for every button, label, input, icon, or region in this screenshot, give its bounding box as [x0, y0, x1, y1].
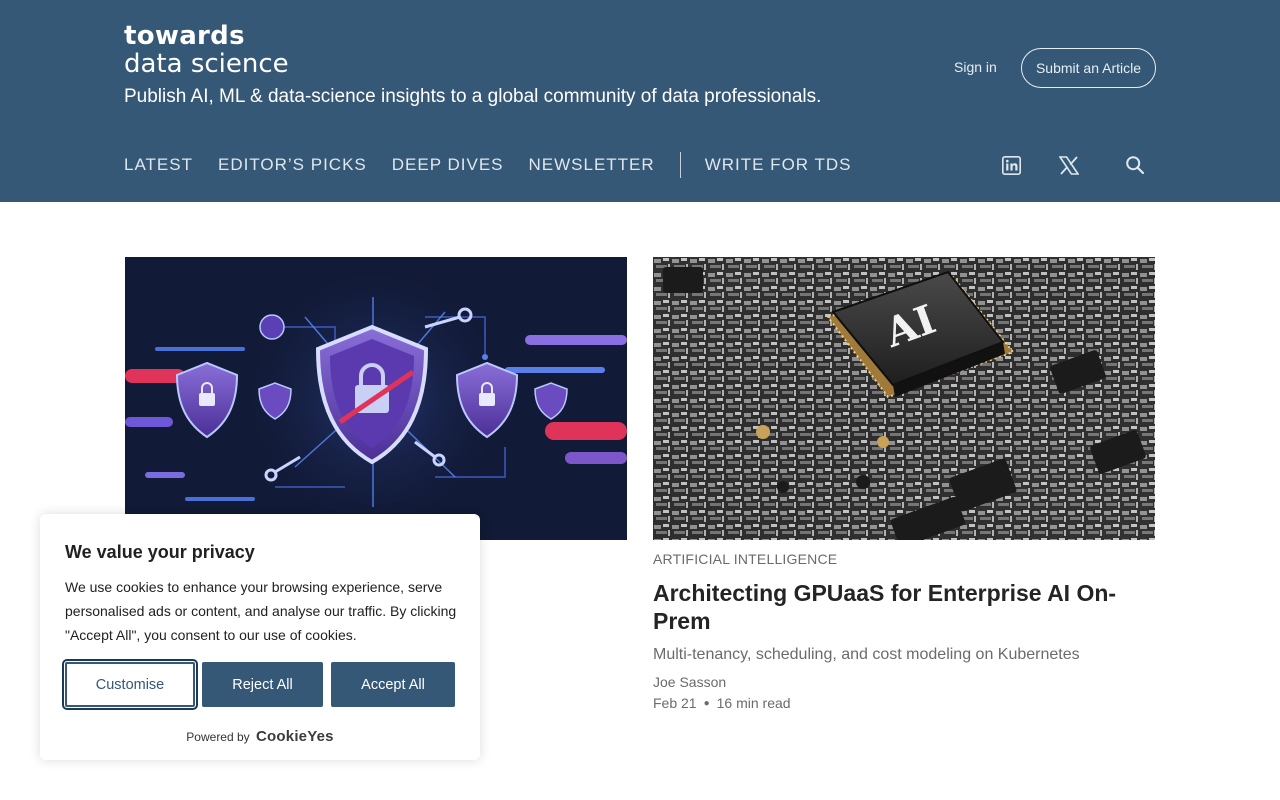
nav-write-for-tds[interactable]: WRITE FOR TDS	[705, 155, 852, 175]
cookie-banner-title: We value your privacy	[65, 542, 255, 562]
cookie-accept-all-button[interactable]: Accept All	[331, 662, 455, 707]
powered-by-label: Powered by	[186, 730, 250, 744]
article-read-time: 16 min read	[716, 695, 791, 711]
article-subtitle: Multi-tenancy, scheduling, and cost mode…	[653, 646, 1080, 663]
article-image-ai-chip[interactable]: AI	[653, 257, 1155, 540]
main-nav: LATEST EDITOR’S PICKS DEEP DIVES NEWSLET…	[124, 152, 876, 178]
search-icon[interactable]	[1124, 154, 1146, 176]
nav-newsletter[interactable]: NEWSLETTER	[529, 155, 655, 175]
article-meta: Feb 21 ● 16 min read	[653, 695, 1155, 711]
site-header: towards data science Publish AI, ML & da…	[0, 0, 1280, 202]
logo-line-2: data science	[124, 49, 289, 79]
cookie-customise-button[interactable]: Customise	[62, 659, 198, 710]
nav-divider	[679, 152, 681, 178]
meta-separator-dot: ●	[703, 697, 710, 709]
cookie-powered-by: Powered by CookieYes	[40, 728, 480, 745]
article-category[interactable]: ARTIFICIAL INTELLIGENCE	[653, 551, 1155, 567]
submit-article-button[interactable]: Submit an Article	[1021, 48, 1156, 88]
article-date: Feb 21	[653, 695, 697, 711]
nav-deep-dives[interactable]: DEEP DIVES	[392, 155, 504, 175]
cookieyes-logo[interactable]: CookieYes	[256, 728, 334, 745]
cookie-consent-banner: We value your privacy We use cookies to …	[40, 514, 480, 760]
logo-line-1: towards	[124, 21, 245, 51]
cookie-banner-text: We use cookies to enhance your browsing …	[65, 579, 457, 643]
site-tagline: Publish AI, ML & data-science insights t…	[124, 86, 822, 107]
article-author[interactable]: Joe Sasson	[653, 674, 1155, 690]
linkedin-icon[interactable]	[1000, 154, 1022, 176]
x-twitter-icon[interactable]	[1058, 154, 1080, 176]
nav-editors-picks[interactable]: EDITOR’S PICKS	[218, 155, 367, 175]
nav-latest[interactable]: LATEST	[124, 155, 193, 175]
site-logo[interactable]: towards data science	[124, 22, 289, 78]
article-image-security[interactable]	[125, 257, 627, 540]
article-title[interactable]: Architecting GPUaaS for Enterprise AI On…	[653, 579, 1155, 635]
article-card-2[interactable]: AI ARTIFICIAL INTELLIGENCE Architecting …	[653, 257, 1155, 711]
sign-in-link[interactable]: Sign in	[954, 59, 997, 75]
cookie-reject-all-button[interactable]: Reject All	[202, 662, 323, 707]
